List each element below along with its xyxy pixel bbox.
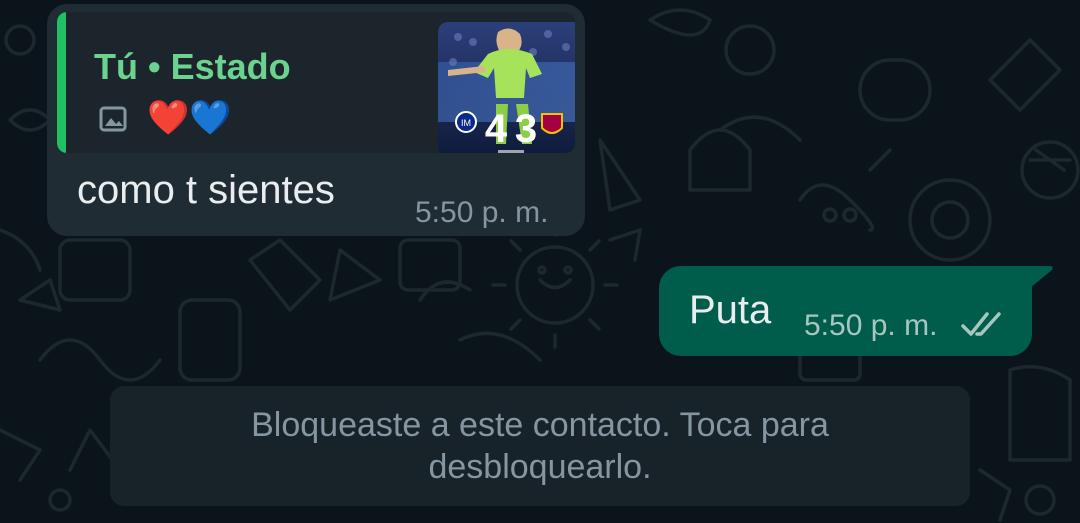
quote-emoji: ❤️💙 (147, 98, 232, 138)
outgoing-bubble-tail (1030, 266, 1053, 288)
message-text: Puta (689, 288, 772, 332)
blocked-contact-banner[interactable]: Bloqueaste a este contacto. Toca para de… (110, 386, 970, 506)
outgoing-message-bubble[interactable]: Puta 5:50 p. m. (659, 266, 1032, 356)
message-timestamp: 5:50 p. m. (804, 309, 938, 342)
quote-accent-bar (57, 12, 66, 153)
blue-heart-icon: 💙 (189, 98, 232, 138)
double-check-icon (961, 312, 1001, 336)
status-thumbnail: IM 4 3 (438, 22, 575, 153)
quoted-status-reply[interactable]: Tú • Estado ❤️💙 IM 4 3 (57, 12, 575, 153)
red-heart-icon: ❤️ (147, 98, 190, 138)
message-timestamp: 5:50 p. m. (415, 196, 549, 229)
blocked-notice-text: Bloqueaste a este contacto. Toca para de… (251, 406, 829, 486)
image-icon (99, 106, 127, 132)
incoming-message-bubble[interactable]: Tú • Estado ❤️💙 IM 4 3 como t sientes 5:… (47, 4, 585, 236)
score-home: 4 (485, 107, 508, 151)
message-text: como t sientes (77, 168, 335, 212)
svg-text:IM: IM (461, 118, 471, 128)
score-away: 3 (515, 107, 537, 151)
quote-author: Tú • Estado (94, 46, 291, 87)
